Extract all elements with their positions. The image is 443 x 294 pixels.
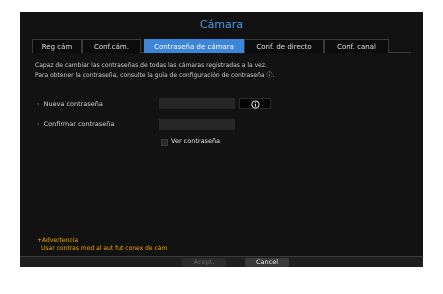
bullet-icon: › (37, 120, 40, 128)
confirm-password-label: Confirmar contraseña (43, 120, 115, 128)
tab-conf-directo[interactable]: Conf. de directo (244, 39, 324, 53)
accept-button[interactable]: Acept. (182, 258, 226, 267)
show-password-checkbox[interactable] (161, 139, 168, 146)
show-password-label: Ver contraseña (171, 137, 221, 145)
tab-conf-canal[interactable]: Conf. canal (324, 39, 389, 53)
tab-bar: Reg cám Conf.cám. Contraseña de cámara C… (32, 39, 411, 53)
warning-text: Usar contras mod al aut fut conex de cám (41, 245, 168, 252)
tab-contrasena-camara[interactable]: Contraseña de cámara (144, 39, 244, 53)
footer-bar: Acept. Cancel (20, 256, 423, 267)
new-password-field[interactable] (159, 98, 235, 109)
bullet-icon: › (37, 100, 40, 108)
password-info-button[interactable] (239, 98, 271, 109)
confirm-password-label-row: › Confirmar contraseña (37, 120, 114, 128)
description-line-2: Para obtener la contraseña, consulte la … (35, 72, 275, 79)
warning-title: +Advertencia (37, 237, 79, 244)
camera-settings-window: Cámara Reg cám Conf.cám. Contraseña de c… (20, 12, 423, 267)
tab-conf-cam[interactable]: Conf.cám. (82, 39, 141, 53)
new-password-label: Nueva contraseña (43, 100, 103, 108)
description-line-1: Capaz de cambiar las contraseñas de toda… (35, 62, 267, 69)
confirm-password-field[interactable] (159, 119, 235, 130)
window-title: Cámara (199, 18, 244, 31)
info-circle-icon (251, 100, 260, 109)
cancel-button[interactable]: Cancel (245, 258, 289, 267)
description: Capaz de cambiar las contraseñas de toda… (35, 61, 274, 81)
new-password-label-row: › Nueva contraseña (37, 100, 103, 108)
tab-reg-cam[interactable]: Reg cám (32, 39, 82, 53)
